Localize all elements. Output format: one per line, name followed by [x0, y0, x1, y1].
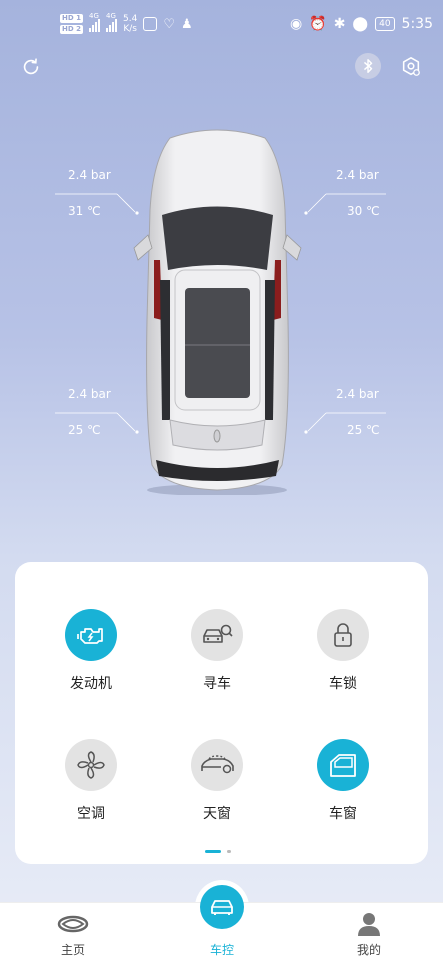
- car-control-icon: [211, 900, 233, 915]
- page-dot-active: [205, 850, 221, 853]
- control-find-car[interactable]: 寻车: [162, 609, 272, 693]
- tire-front-right-pressure: 2.4 bar: [336, 168, 379, 182]
- sunroof-icon: [201, 755, 234, 774]
- signal-1-icon: 4G: [88, 12, 100, 32]
- control-engine[interactable]: 发动机: [36, 609, 146, 693]
- refresh-icon[interactable]: [20, 56, 42, 78]
- nav-home-label: 主页: [60, 943, 85, 957]
- control-sunroof-label: 天窗: [203, 806, 231, 822]
- battery-icon: 40: [375, 17, 395, 31]
- tire-rear-right-pressure: 2.4 bar: [336, 387, 379, 401]
- engine-icon: [77, 628, 103, 644]
- sunroof-button[interactable]: [191, 739, 243, 791]
- clock: 5:35: [401, 16, 433, 32]
- find-car-icon: [203, 624, 233, 643]
- engine-button[interactable]: [65, 609, 117, 661]
- control-find-car-label: 寻车: [203, 676, 231, 692]
- health-icon: ♡: [163, 16, 175, 32]
- nav-mine-label: 我的: [356, 943, 381, 957]
- control-window[interactable]: 车窗: [288, 739, 398, 823]
- fan-icon: [77, 751, 105, 779]
- control-lock-label: 车锁: [329, 676, 357, 692]
- lock-button[interactable]: [317, 609, 369, 661]
- car-top-view-image: [133, 129, 302, 495]
- app-notify-icon: [143, 17, 158, 31]
- status-left: HD 1 HD 2 4G 4G 5.4 K/s ♡ ♟: [60, 12, 193, 34]
- user-icon: [358, 913, 380, 936]
- tire-front-left: 2.4 bar 31 ℃: [0, 160, 150, 230]
- nav-control-label: 车控: [209, 943, 234, 957]
- tire-front-right-leader: [304, 193, 386, 215]
- control-ac[interactable]: 空调: [36, 739, 146, 823]
- nav-control-button[interactable]: [200, 885, 244, 929]
- net-speed-value: 5.4: [122, 14, 138, 24]
- alarm-icon: ⏰: [309, 16, 327, 32]
- net1-label: 4G: [88, 12, 99, 20]
- tire-rear-left-pressure: 2.4 bar: [68, 387, 111, 401]
- sim1-badge: HD 1: [60, 14, 83, 23]
- page-indicator: [205, 850, 231, 853]
- bluetooth-icon: [363, 59, 373, 73]
- find-car-button[interactable]: [191, 609, 243, 661]
- sim-badges: HD 1 HD 2: [60, 14, 83, 34]
- status-right: ◉ ⏰ ✱ ⬤ 40 5:35: [290, 16, 433, 32]
- sim2-badge: HD 2: [60, 25, 83, 34]
- vehicle-controls-card: 发动机 寻车 车锁 空调 天窗 车窗: [15, 562, 428, 864]
- qq-icon: ♟: [180, 16, 193, 32]
- tire-rear-left: 2.4 bar 25 ℃: [0, 379, 150, 449]
- net-speed: 5.4 K/s: [123, 14, 137, 34]
- bluetooth-button[interactable]: [355, 53, 381, 79]
- location-icon: ⬤: [352, 16, 369, 32]
- bluetooth-status-icon: ✱: [333, 16, 346, 32]
- lock-icon: [334, 623, 352, 647]
- control-engine-label: 发动机: [70, 676, 112, 692]
- window-icon: [330, 754, 356, 777]
- tire-front-right: 2.4 bar 30 ℃: [293, 160, 443, 230]
- tire-front-left-pressure: 2.4 bar: [68, 168, 111, 182]
- signal-2-icon: 4G: [105, 12, 117, 32]
- ac-button[interactable]: [65, 739, 117, 791]
- car-settings-icon[interactable]: [400, 56, 422, 78]
- status-bar: HD 1 HD 2 4G 4G 5.4 K/s ♡ ♟ ◉ ⏰ ✱ ⬤ 40 5…: [0, 0, 443, 52]
- tire-rear-right: 2.4 bar 25 ℃: [293, 379, 443, 449]
- net-speed-unit: K/s: [123, 24, 137, 34]
- brand-logo-icon: [57, 915, 89, 933]
- window-button[interactable]: [317, 739, 369, 791]
- page-dot: [227, 850, 231, 853]
- control-ac-label: 空调: [77, 806, 105, 822]
- control-lock[interactable]: 车锁: [288, 609, 398, 693]
- control-sunroof[interactable]: 天窗: [162, 739, 272, 823]
- net2-label: 4G: [105, 12, 116, 20]
- control-window-label: 车窗: [329, 806, 357, 822]
- eye-icon: ◉: [290, 16, 303, 32]
- tire-rear-right-leader: [304, 412, 386, 434]
